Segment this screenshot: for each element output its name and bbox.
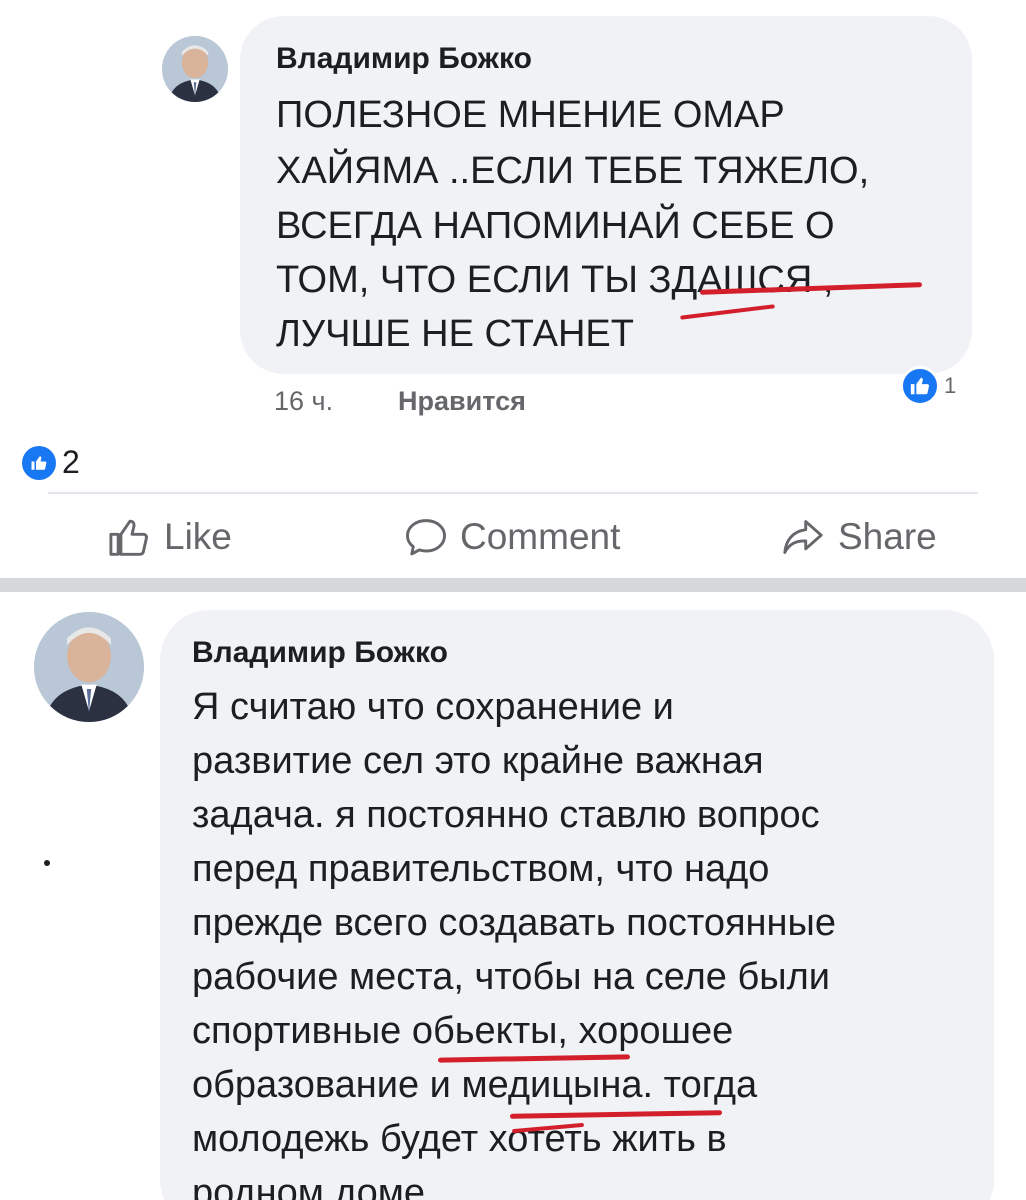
comment-text-line: прежде всего создавать постоянные <box>192 902 836 944</box>
share-button[interactable]: Share <box>780 516 937 558</box>
comment-reaction-badge[interactable]: 1 <box>900 366 956 406</box>
avatar[interactable] <box>34 612 144 722</box>
comment-text-line: родном доме <box>192 1172 425 1200</box>
comment-text-line: перед правительством, что надо <box>192 848 770 890</box>
comment-text-line: образование и медицына. тогда <box>192 1064 758 1106</box>
comment-text-line: рабочие места, чтобы на селе были <box>192 956 830 998</box>
speech-bubble-icon <box>406 519 446 556</box>
profile-photo <box>162 36 228 102</box>
section-separator <box>0 578 1026 592</box>
like-reaction-icon <box>900 366 940 406</box>
comment-author[interactable]: Владимир Божко <box>276 42 532 76</box>
divider <box>48 492 978 494</box>
comment-text-line: ХАЙЯМА ..ЕСЛИ ТЕБЕ ТЯЖЕЛО, <box>276 150 870 192</box>
comment-text-line: ВСЕГДА НАПОМИНАЙ СЕБЕ О <box>276 205 835 247</box>
comment-text-line: молодежь будет хотеть жить в <box>192 1118 727 1160</box>
comment-text-line: ПОЛЕЗНОЕ МНЕНИЕ ОМАР <box>276 94 785 136</box>
post-reaction-count: 2 <box>62 444 80 480</box>
comment-text-line: развитие сел это крайне важная <box>192 740 764 782</box>
thumbs-up-icon <box>109 519 148 556</box>
comment-text-line: ЛУЧШЕ НЕ СТАНЕТ <box>276 313 634 355</box>
post-reaction-summary[interactable]: 2 <box>22 444 80 481</box>
comment-button-label: Comment <box>460 516 621 557</box>
like-reaction-icon <box>22 445 56 480</box>
avatar[interactable] <box>162 36 228 102</box>
comment-button[interactable]: Comment <box>404 516 620 558</box>
comment-reaction-count: 1 <box>944 373 957 398</box>
share-button-label: Share <box>838 516 937 557</box>
comment-author[interactable]: Владимир Божко <box>192 636 448 670</box>
profile-photo <box>34 612 144 722</box>
comment-text-line: ТОМ, ЧТО ЕСЛИ ТЫ ЗДАШСЯ , <box>276 259 834 301</box>
comment-text-line: спортивные обьекты, хорошее <box>192 1010 734 1052</box>
comment-text-line: задача. я постоянно ставлю вопрос <box>192 794 820 836</box>
like-button-label: Like <box>164 516 232 557</box>
share-arrow-icon <box>783 520 823 554</box>
comment-timestamp[interactable]: 16 ч. <box>274 386 333 417</box>
bullet-dot <box>44 860 50 866</box>
comment-like-link[interactable]: Нравится <box>398 386 526 417</box>
comment-text-line: Я считаю что сохранение и <box>192 686 674 728</box>
like-button[interactable]: Like <box>108 516 232 558</box>
